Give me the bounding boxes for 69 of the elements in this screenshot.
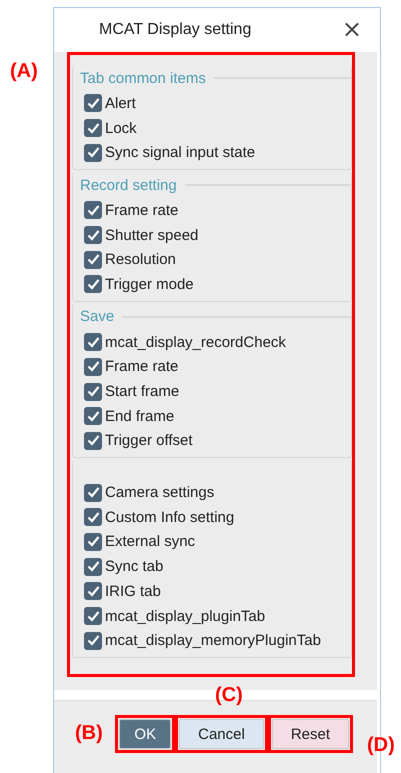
checkbox-label: Sync tab [105, 558, 164, 576]
checkbox-label: Camera settings [105, 484, 214, 502]
checkbox-label: Frame rate [105, 202, 178, 219]
check-icon [86, 610, 100, 622]
checkbox-label: mcat_display_pluginTab [105, 608, 266, 625]
check-icon [86, 561, 100, 572]
checkbox-label: Lock [105, 120, 137, 137]
checkbox-label: IRIG tab [105, 582, 161, 600]
group-title: Record setting [79, 176, 178, 194]
group-title: Tab common items [79, 70, 207, 86]
check-icon [86, 278, 100, 290]
close-button[interactable]: × [338, 17, 366, 41]
checkbox[interactable] [84, 201, 102, 220]
check-icon [86, 635, 100, 646]
annotation-label: (B) [75, 722, 103, 745]
checkbox[interactable] [84, 358, 102, 376]
checkbox-label: Frame rate [105, 358, 178, 376]
check-icon [86, 512, 100, 523]
check-icon [86, 435, 100, 446]
checkbox-label: External sync [105, 533, 196, 550]
group-title: Save [79, 308, 116, 326]
checkbox-label: End frame [105, 408, 174, 425]
check-icon [86, 536, 100, 548]
check-icon [86, 254, 100, 266]
check-icon [86, 122, 100, 134]
checkbox[interactable] [84, 226, 102, 244]
check-icon [86, 586, 100, 597]
checkbox[interactable] [84, 607, 102, 626]
check-icon [86, 410, 100, 422]
check-icon [86, 386, 100, 398]
checkbox[interactable] [84, 333, 102, 352]
checkbox[interactable] [84, 532, 102, 551]
checkbox[interactable] [84, 508, 102, 526]
checkbox[interactable] [84, 484, 102, 502]
checkbox[interactable] [84, 632, 102, 650]
checkbox[interactable] [84, 558, 102, 576]
window-title: MCAT Display setting [99, 21, 252, 39]
check-icon [86, 147, 100, 158]
checkbox[interactable] [84, 275, 102, 294]
checkbox[interactable] [84, 432, 102, 450]
checkbox-label: Shutter speed [105, 226, 198, 244]
check-icon [86, 361, 100, 372]
check-icon [86, 487, 100, 498]
checkbox[interactable] [84, 119, 102, 138]
dialog-button[interactable]: Cancel [179, 719, 264, 749]
check-icon [86, 204, 100, 216]
checkbox-label: Sync signal input state [105, 144, 256, 162]
check-icon [86, 230, 100, 241]
checkbox-label: Start frame [105, 383, 180, 400]
checkbox[interactable] [84, 94, 102, 112]
checkbox-label: Resolution [105, 251, 176, 268]
checkbox-label: mcat_display_recordCheck [105, 334, 286, 351]
annotation-label: (C) [215, 684, 243, 707]
dialog-button[interactable]: OK [119, 719, 172, 749]
annotation-label: (D) [367, 734, 395, 757]
checkbox-label: mcat_display_memoryPluginTab [105, 632, 321, 650]
checkbox[interactable] [84, 382, 102, 401]
check-icon [86, 98, 100, 109]
check-icon [86, 336, 100, 348]
checkbox-label: Trigger offset [105, 432, 193, 450]
dialog-button[interactable]: Reset [272, 719, 349, 749]
checkbox[interactable] [84, 582, 102, 600]
checkbox[interactable] [84, 144, 102, 162]
checkbox-label: Custom Info setting [105, 508, 234, 526]
checkbox-label: Alert [105, 94, 136, 112]
annotation-label: (A) [10, 60, 38, 83]
checkbox[interactable] [84, 407, 102, 426]
checkbox-label: Trigger mode [105, 276, 194, 293]
checkbox[interactable] [84, 250, 102, 269]
